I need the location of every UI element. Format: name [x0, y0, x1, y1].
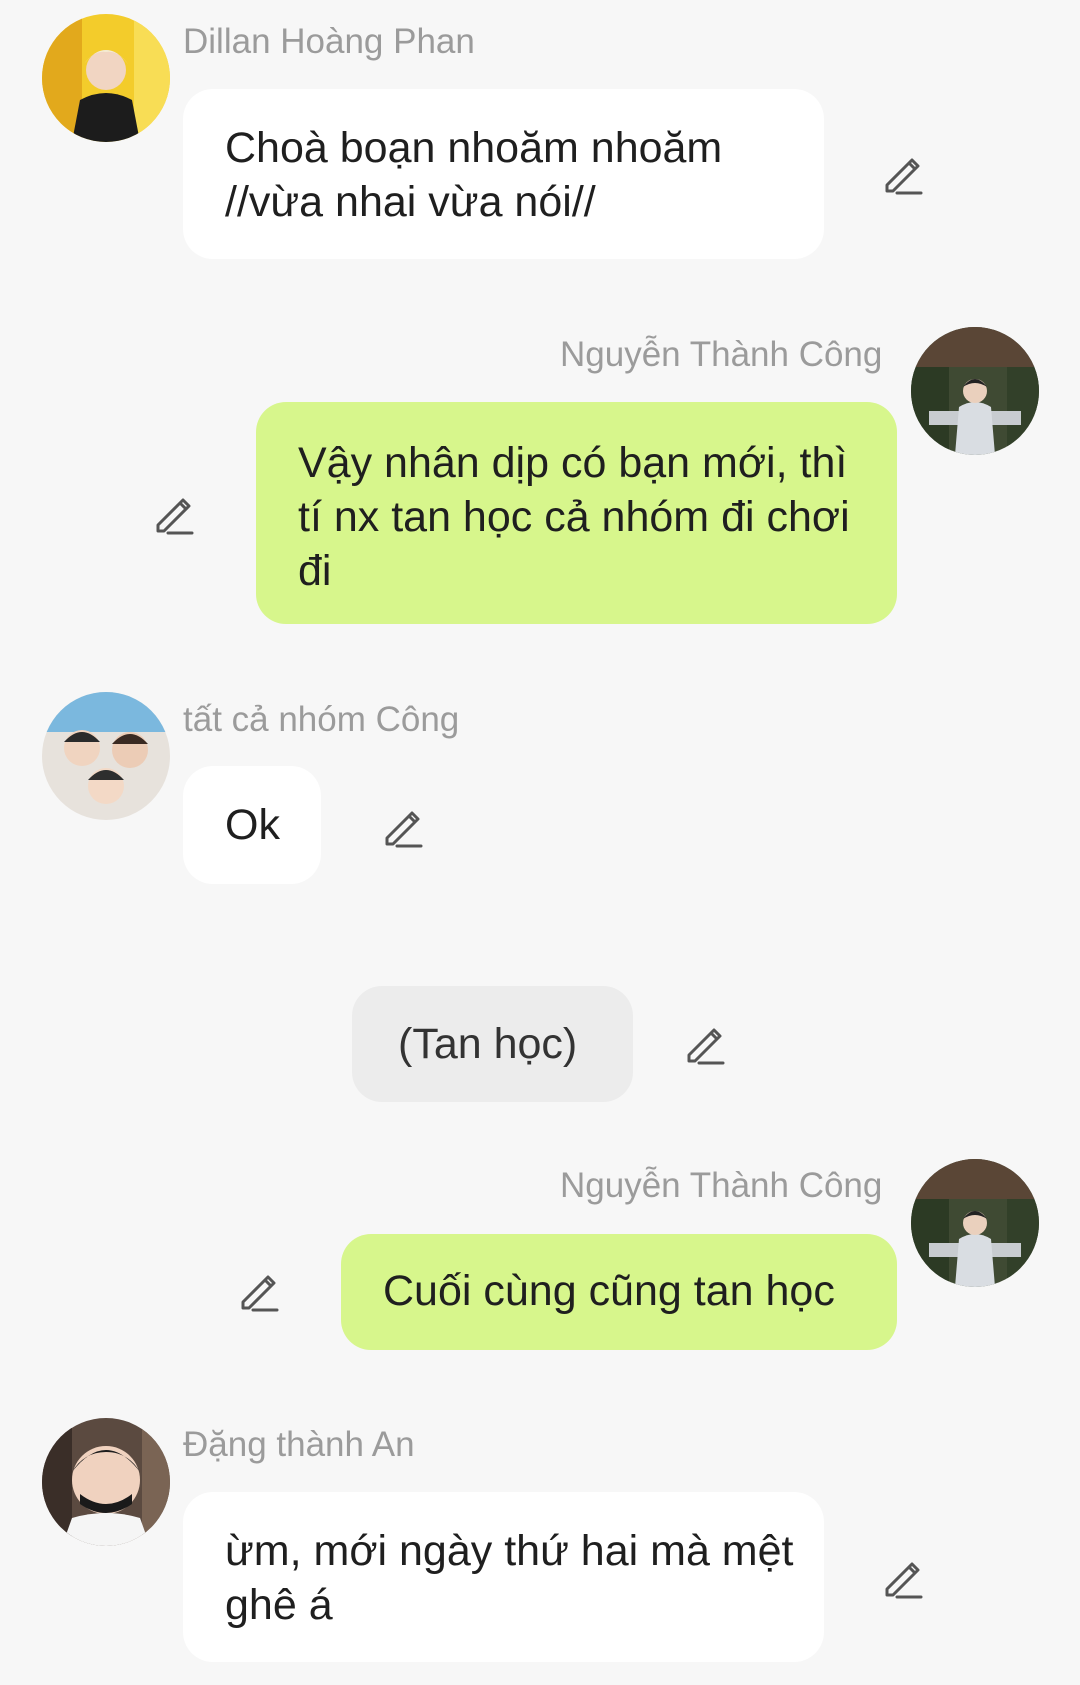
message-bubble[interactable]: Ok: [183, 766, 321, 884]
sender-name: Nguyễn Thành Công: [560, 1166, 883, 1205]
avatar-group-icon: [42, 692, 170, 820]
message-bubble[interactable]: ừm, mới ngày thứ hai mà mệt ghê á: [183, 1492, 824, 1662]
narration-bubble[interactable]: (Tan học): [352, 986, 633, 1102]
avatar-an[interactable]: [42, 1418, 170, 1546]
avatar-boy-outdoor-icon: [911, 327, 1039, 455]
message-bubble[interactable]: Vậy nhân dịp có bạn mới, thì tí nx tan h…: [256, 402, 897, 624]
avatar-group[interactable]: [42, 692, 170, 820]
sender-name: Nguyễn Thành Công: [560, 335, 883, 374]
pencil-edit-icon[interactable]: [381, 804, 427, 850]
message-bubble[interactable]: Choà boạn nhoăm nhoăm //vừa nhai vừa nói…: [183, 89, 824, 259]
sender-name: tất cả nhóm Công: [183, 700, 460, 739]
pencil-edit-icon[interactable]: [237, 1268, 283, 1314]
pencil-edit-icon[interactable]: [881, 151, 927, 197]
pencil-edit-icon[interactable]: [152, 491, 198, 537]
message-bubble[interactable]: Cuối cùng cũng tan học: [341, 1234, 897, 1350]
avatar-cong[interactable]: [911, 327, 1039, 455]
sender-name: Dillan Hoàng Phan: [183, 22, 475, 61]
avatar-blonde-boy-icon: [42, 14, 170, 142]
avatar-boy-mask-icon: [42, 1418, 170, 1546]
sender-name: Đặng thành An: [183, 1425, 415, 1464]
avatar-cong[interactable]: [911, 1159, 1039, 1287]
avatar-boy-outdoor-icon: [911, 1159, 1039, 1287]
pencil-edit-icon[interactable]: [683, 1021, 729, 1067]
avatar-dillan[interactable]: [42, 14, 170, 142]
pencil-edit-icon[interactable]: [881, 1555, 927, 1601]
